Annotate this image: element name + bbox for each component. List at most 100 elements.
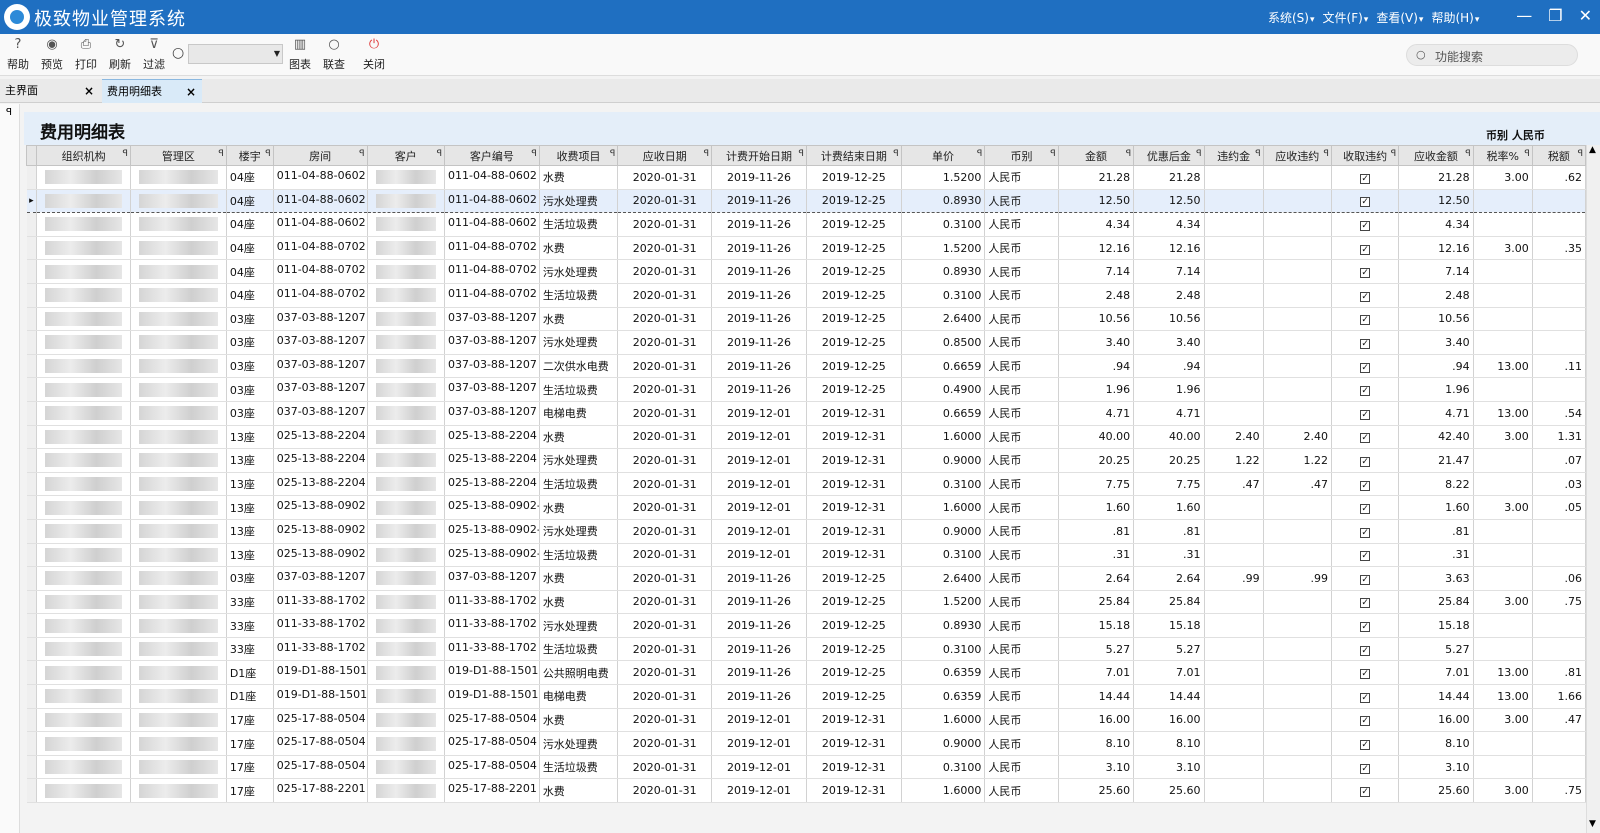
collect-penalty-cell[interactable]: ✓	[1331, 448, 1400, 473]
checkbox[interactable]: ✓	[1360, 433, 1371, 444]
checkbox[interactable]: ✓	[1360, 504, 1371, 515]
column-pin-icon[interactable]: ꟼ	[1524, 149, 1529, 159]
checkbox[interactable]: ✓	[1360, 220, 1371, 231]
vertical-scrollbar[interactable]: ▲ ▼	[1586, 145, 1600, 833]
column-pin-icon[interactable]: ꟼ	[359, 149, 364, 159]
checkbox[interactable]: ✓	[1360, 244, 1371, 255]
function-search-input[interactable]: ○ 功能搜索	[1406, 44, 1578, 66]
close-icon[interactable]: ×	[84, 79, 94, 103]
row-indicator[interactable]	[26, 637, 38, 662]
filter-button[interactable]: ⊽ 过滤	[138, 36, 170, 72]
maximize-icon[interactable]: ❐	[1548, 6, 1562, 25]
row-indicator[interactable]	[26, 755, 38, 780]
table-row[interactable]: 13座 025-13-88-2204 025-13-88-2204 生活垃圾费 2020…	[26, 472, 1587, 497]
row-indicator[interactable]	[26, 731, 38, 756]
table-row[interactable]: 04座 011-04-88-0702 011-04-88-0702 水费 2020-01…	[26, 236, 1587, 261]
column-pin-icon[interactable]: ꟼ	[531, 149, 536, 159]
collect-penalty-cell[interactable]: ✓	[1331, 731, 1400, 756]
preview-button[interactable]: ◉ 预览	[36, 36, 68, 72]
collect-penalty-cell[interactable]: ✓	[1331, 613, 1400, 638]
collect-penalty-cell[interactable]: ✓	[1331, 188, 1400, 214]
collect-penalty-cell[interactable]: ✓	[1331, 307, 1400, 332]
table-row[interactable]: 33座 011-33-88-1702 011-33-88-1702 水费 2020-01…	[26, 590, 1587, 615]
collect-penalty-cell[interactable]: ✓	[1331, 590, 1400, 615]
column-header[interactable]: 应收金额 ꟼ	[1398, 145, 1474, 166]
collect-penalty-cell[interactable]: ✓	[1331, 684, 1400, 709]
table-row[interactable]: 13座 025-13-88-2204 025-13-88-2204 水费 2020-01…	[26, 425, 1587, 450]
table-row[interactable]: 13座025-13-88-0902 025-13-88-0902-2020-01污…	[26, 519, 1587, 544]
table-row[interactable]: 17座 025-17-88-0504 025-17-88-0504 水费 2020-01…	[26, 708, 1587, 733]
row-indicator[interactable]	[26, 613, 38, 638]
collect-penalty-cell[interactable]: ✓	[1331, 354, 1400, 379]
row-indicator[interactable]	[26, 590, 38, 615]
checkbox[interactable]: ✓	[1360, 574, 1371, 585]
checkbox[interactable]: ✓	[1360, 315, 1371, 326]
checkbox[interactable]: ✓	[1360, 645, 1371, 656]
column-pin-icon[interactable]: ꟼ	[1050, 149, 1055, 159]
search-icon[interactable]: ○	[172, 45, 184, 61]
column-pin-icon[interactable]: ꟼ	[1255, 149, 1260, 159]
row-indicator[interactable]	[26, 330, 38, 355]
row-indicator[interactable]	[26, 684, 38, 709]
column-header[interactable]: 管理区 ꟼ	[129, 145, 227, 166]
tab-main[interactable]: 主界面 ×	[0, 79, 100, 103]
table-row[interactable]: 04座 011-04-88-0702 011-04-88-0702 生活垃圾费 2020…	[26, 283, 1587, 308]
column-header[interactable]: 应收违约 ꟼ	[1262, 145, 1332, 166]
column-pin-icon[interactable]: ꟼ	[1126, 149, 1131, 159]
row-indicator[interactable]	[26, 401, 38, 426]
column-pin-icon[interactable]: ꟼ	[218, 149, 223, 159]
column-header[interactable]: 应收日期 ꟼ	[617, 145, 713, 166]
checkbox[interactable]: ✓	[1360, 716, 1371, 727]
row-indicator[interactable]	[26, 495, 38, 520]
checkbox[interactable]: ✓	[1360, 268, 1371, 279]
column-header[interactable]: 税率% ꟼ	[1472, 145, 1533, 166]
close-window-icon[interactable]: ✕	[1579, 6, 1592, 25]
close-icon[interactable]: ×	[186, 80, 196, 104]
column-header[interactable]: 币别 ꟼ	[984, 145, 1059, 166]
table-row[interactable]: 03座 037-03-88-1207 037-03-88-1207 污水处理费 2020…	[26, 330, 1587, 355]
table-row[interactable]: D1座 019-D1-88-1501 019-D1-88-1501 公共照明电费 202…	[26, 660, 1587, 686]
checkbox[interactable]: ✓	[1360, 338, 1371, 349]
column-header[interactable]: 单价 ꟼ	[900, 145, 986, 166]
row-indicator[interactable]	[26, 566, 38, 591]
row-indicator[interactable]	[26, 425, 38, 450]
collect-penalty-cell[interactable]: ✓	[1331, 637, 1400, 662]
row-indicator[interactable]	[26, 377, 38, 402]
checkbox[interactable]: ✓	[1360, 622, 1371, 633]
row-indicator[interactable]	[26, 165, 38, 190]
row-indicator[interactable]	[26, 283, 38, 308]
column-pin-icon[interactable]: ꟼ	[1196, 149, 1201, 159]
table-row[interactable]: 17座 025-17-88-2201 025-17-88-2201 水费 2020-01…	[26, 778, 1587, 804]
column-header[interactable]: 税额 ꟼ	[1531, 145, 1587, 166]
table-row[interactable]: 17座 025-17-88-0504 025-17-88-0504 污水处理费 2020…	[26, 731, 1587, 756]
checkbox[interactable]: ✓	[1360, 456, 1371, 467]
collect-penalty-cell[interactable]: ✓	[1331, 401, 1400, 426]
collect-penalty-cell[interactable]: ✓	[1331, 425, 1400, 450]
print-button[interactable]: ⎙ 打印	[70, 36, 102, 72]
checkbox[interactable]: ✓	[1360, 527, 1371, 538]
column-pin-icon[interactable]: ꟼ	[1465, 149, 1470, 159]
column-header[interactable]: 收费项目 ꟼ	[538, 145, 619, 166]
tab-fee-detail[interactable]: 费用明细表 ×	[102, 79, 202, 103]
column-header[interactable]: 组织机构 ꟼ	[36, 145, 131, 166]
column-header[interactable]: 楼宇 ꟼ	[225, 145, 274, 166]
column-pin-icon[interactable]: ꟼ	[123, 149, 128, 159]
column-pin-icon[interactable]: ꟼ	[977, 149, 982, 159]
table-row[interactable]: 13座025-13-88-0902 025-13-88-0902-2020-01生…	[26, 543, 1587, 568]
scroll-down-icon[interactable]: ▼	[1589, 819, 1596, 829]
lookup-button[interactable]: ○ 联查	[318, 36, 350, 72]
menu-file[interactable]: 文件(F)	[1323, 9, 1369, 26]
collect-penalty-cell[interactable]: ✓	[1331, 212, 1400, 237]
row-indicator[interactable]	[26, 259, 38, 284]
column-pin-icon[interactable]: ꟼ	[437, 149, 442, 159]
column-pin-icon[interactable]: ꟼ	[893, 149, 898, 159]
table-row[interactable]: 33座 011-33-88-1702 011-33-88-1702 污水处理费 2020…	[26, 613, 1587, 638]
row-indicator[interactable]	[26, 519, 38, 544]
table-row[interactable]: 03座 037-03-88-1207 037-03-88-1207 电梯电费 2020-…	[26, 401, 1587, 426]
column-header[interactable]: 违约金 ꟼ	[1203, 145, 1264, 166]
checkbox[interactable]: ✓	[1360, 551, 1371, 562]
checkbox[interactable]: ✓	[1360, 173, 1371, 184]
row-indicator[interactable]	[26, 354, 38, 379]
collect-penalty-cell[interactable]: ✓	[1331, 708, 1400, 733]
column-header[interactable]: 计费开始日期 ꟼ	[711, 145, 807, 166]
